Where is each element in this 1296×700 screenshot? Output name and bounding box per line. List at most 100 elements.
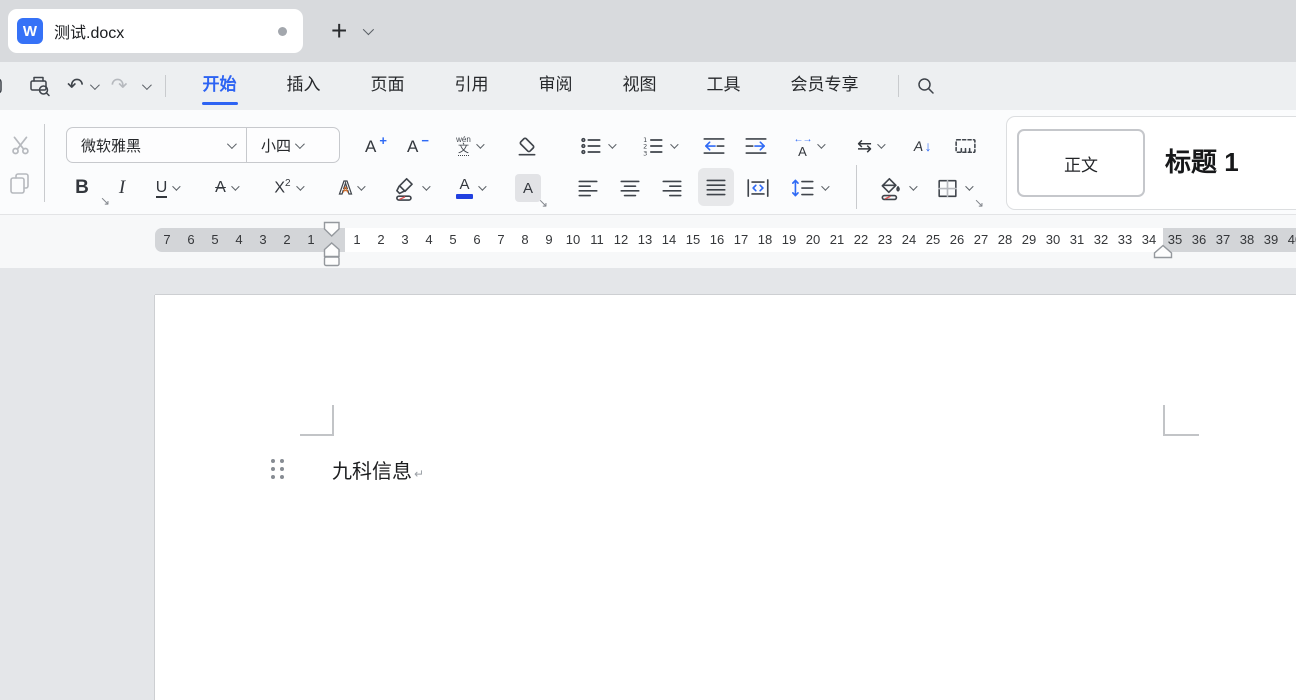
search-icon[interactable] (913, 73, 939, 99)
decrease-indent-button[interactable] (698, 129, 730, 163)
font-color-button[interactable]: A (448, 171, 492, 205)
bullet-list-button[interactable] (574, 129, 618, 163)
quick-access-more-chevron-icon[interactable] (141, 80, 151, 90)
tab-list-chevron-icon[interactable] (363, 24, 374, 35)
style-item-normal[interactable]: 正文 (1017, 129, 1145, 197)
minus-sign: − (421, 133, 429, 148)
ribbon-tabs: 开始插入页面引用审阅视图工具会员专享 (178, 62, 884, 110)
ruler-number: 8 (513, 228, 537, 252)
align-center-button[interactable] (616, 171, 644, 205)
decrease-indent-icon (701, 134, 727, 158)
chevron-down-icon[interactable] (608, 140, 616, 148)
strikethrough-button[interactable]: A (204, 171, 248, 205)
chevron-down-icon[interactable] (357, 182, 365, 190)
chevron-down-icon[interactable] (231, 182, 239, 190)
paint-bucket-icon (878, 175, 904, 201)
line-spacing-button[interactable] (786, 171, 830, 205)
paragraph-drag-handle[interactable] (271, 459, 284, 479)
chevron-down-icon[interactable] (422, 182, 430, 190)
borders-icon (935, 176, 960, 200)
chevron-down-icon[interactable] (821, 182, 829, 190)
pinyin-guide-button[interactable]: wén 文 (446, 129, 492, 163)
chevron-down-icon[interactable] (478, 182, 486, 190)
underline-button[interactable]: U (146, 171, 188, 205)
sort-button[interactable]: A ↓ (906, 129, 940, 163)
chevron-down-icon[interactable] (817, 140, 825, 148)
ribbon-tab[interactable]: 页面 (346, 62, 430, 110)
italic-button[interactable]: I (108, 171, 136, 205)
text-direction-button[interactable]: ⇆ (848, 129, 892, 163)
ruler-number: 14 (657, 228, 681, 252)
numbered-list-icon: 123 (641, 134, 665, 158)
print-preview-icon[interactable] (27, 73, 53, 99)
chevron-down-icon[interactable] (296, 182, 304, 190)
chevron-down-icon[interactable] (295, 139, 305, 149)
chevron-down-icon[interactable] (909, 182, 917, 190)
ruler-number: 19 (777, 228, 801, 252)
font-size-select[interactable]: 小四 (247, 135, 295, 156)
chevron-down-icon[interactable] (227, 139, 237, 149)
clear-formatting-button[interactable] (510, 129, 544, 163)
character-shading-button[interactable]: A (512, 171, 544, 205)
ruler-number: 40 (1283, 228, 1296, 252)
shading-button[interactable] (872, 171, 920, 205)
ruler-number: 2 (275, 228, 299, 252)
wps-writer-window: { "tabbar": { "badge": "W", "doc_title":… (0, 0, 1296, 700)
ribbon-tab[interactable]: 视图 (598, 62, 682, 110)
style-item-heading1[interactable]: 标题 1 (1165, 129, 1239, 197)
chevron-down-icon[interactable] (965, 182, 973, 190)
ribbon-tab[interactable]: 会员专享 (766, 62, 884, 110)
chevron-down-icon[interactable] (877, 140, 885, 148)
character-scaling-button[interactable]: ←→ A (786, 129, 830, 163)
align-left-button[interactable] (574, 171, 602, 205)
paragraph-text[interactable]: 九科信息 (332, 455, 412, 484)
increase-font-size-button[interactable]: A+ (358, 129, 394, 163)
ruler-number: 6 (465, 228, 489, 252)
chevron-down-icon[interactable] (172, 182, 180, 190)
left-indent-marker[interactable] (323, 256, 341, 267)
ribbon-tab[interactable]: 审阅 (514, 62, 598, 110)
shrink-letter: A (407, 138, 418, 155)
font-color-swatch (456, 194, 473, 199)
chevron-down-icon[interactable] (476, 140, 484, 148)
font-name-select[interactable]: 微软雅黑 (67, 135, 227, 156)
grow-letter: A (365, 138, 376, 155)
character-shading-icon: A (515, 174, 541, 202)
document-page[interactable]: 九科信息 ↵ (155, 295, 1296, 700)
ruler-number: 10 (561, 228, 585, 252)
show-marks-button[interactable] (948, 129, 982, 163)
increase-indent-button[interactable] (740, 129, 772, 163)
ruler-number: 7 (155, 228, 179, 252)
justify-button[interactable] (698, 168, 734, 206)
ruler-number: 3 (251, 228, 275, 252)
superscript-button[interactable]: X2 (266, 171, 310, 205)
undo-button[interactable]: ↶ (67, 76, 97, 96)
font-color-icon: A (456, 177, 473, 199)
ribbon-tab[interactable]: 引用 (430, 62, 514, 110)
align-right-button[interactable] (658, 171, 686, 205)
ruler-number: 12 (609, 228, 633, 252)
borders-button[interactable] (930, 171, 976, 205)
ruler-number: 11 (585, 228, 609, 252)
right-indent-marker[interactable] (1153, 244, 1173, 259)
distribute-text-button[interactable] (742, 171, 774, 205)
chevron-down-icon[interactable] (90, 80, 100, 90)
chevron-down-icon[interactable] (670, 140, 678, 148)
clipped-edge-icon[interactable] (0, 74, 13, 98)
paragraph[interactable]: 九科信息 ↵ (332, 455, 424, 484)
bullet-list-icon (579, 134, 603, 158)
bold-button[interactable]: B (68, 171, 96, 205)
ribbon-tab[interactable]: 工具 (682, 62, 766, 110)
ribbon-tab[interactable]: 插入 (262, 62, 346, 110)
numbered-list-button[interactable]: 123 (636, 129, 680, 163)
increase-indent-icon (743, 134, 769, 158)
document-tab[interactable]: W 测试.docx (8, 9, 303, 53)
ribbon-tab[interactable]: 开始 (178, 62, 262, 110)
new-tab-button[interactable]: + (331, 17, 347, 45)
ruler-number: 30 (1041, 228, 1065, 252)
text-effects-button[interactable]: AA (330, 171, 372, 205)
horizontal-ruler: 7654321 12345678910111213141516171819202… (0, 215, 1296, 268)
highlight-color-button[interactable] (388, 171, 432, 205)
decrease-font-size-button[interactable]: A− (400, 129, 436, 163)
first-line-indent-marker[interactable] (323, 221, 341, 238)
